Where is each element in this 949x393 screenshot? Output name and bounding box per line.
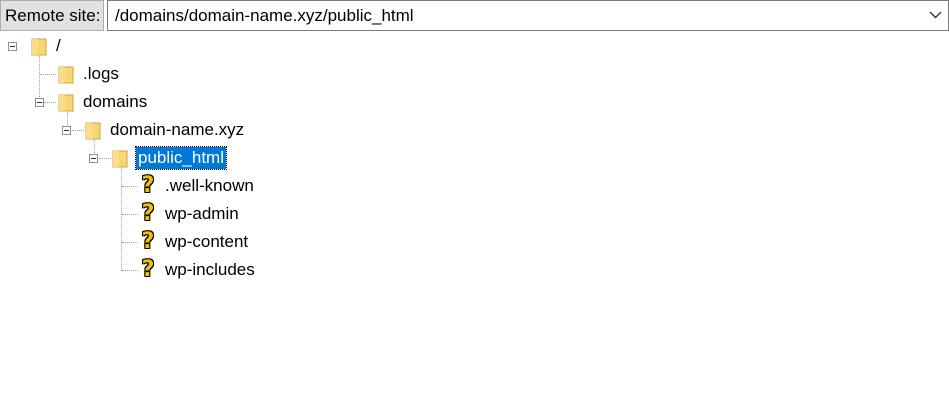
tree-item-label[interactable]: / xyxy=(54,35,63,57)
tree-item-label[interactable]: domain-name.xyz xyxy=(108,119,246,141)
remote-path-combobox[interactable]: /domains/domain-name.xyz/public_html xyxy=(107,0,949,31)
tree-item-domain-name-xyz[interactable]: domain-name.xyz xyxy=(0,118,270,142)
folder-icon xyxy=(112,150,128,168)
question-mark-icon: ? xyxy=(141,201,155,226)
path-dropdown-button[interactable] xyxy=(924,1,948,30)
tree-item-logs[interactable]: .logs xyxy=(0,62,140,86)
folder-icon xyxy=(85,122,101,140)
tree-item-wp-admin[interactable]: ? wp-admin xyxy=(0,202,280,226)
remote-site-bar: Remote site: /domains/domain-name.xyz/pu… xyxy=(0,0,949,32)
question-mark-icon: ? xyxy=(141,229,155,254)
collapse-toggle-icon[interactable] xyxy=(89,154,98,163)
collapse-toggle-icon[interactable] xyxy=(8,42,17,51)
tree-item-well-known[interactable]: ? .well-known xyxy=(0,174,280,198)
folder-icon xyxy=(58,94,74,112)
tree-item-label[interactable]: .well-known xyxy=(163,175,256,197)
question-mark-icon: ? xyxy=(141,173,155,198)
tree-item-label-selected[interactable]: public_html xyxy=(135,146,227,170)
tree-item-label[interactable]: wp-includes xyxy=(163,259,257,281)
tree-item-public-html[interactable]: public_html xyxy=(0,146,250,170)
tree-item-wp-includes[interactable]: ? wp-includes xyxy=(0,258,280,282)
remote-site-label: Remote site: xyxy=(0,0,104,31)
tree-item-label[interactable]: .logs xyxy=(81,63,121,85)
remote-path-value[interactable]: /domains/domain-name.xyz/public_html xyxy=(115,1,414,30)
remote-directory-tree[interactable]: / .logs domains domain-name.xyz public_h… xyxy=(0,32,949,393)
tree-item-label[interactable]: wp-admin xyxy=(163,203,241,225)
question-mark-icon: ? xyxy=(141,257,155,282)
tree-item-root[interactable]: / xyxy=(0,34,80,58)
chevron-down-icon xyxy=(929,11,942,19)
collapse-toggle-icon[interactable] xyxy=(62,126,71,135)
folder-icon xyxy=(31,38,47,56)
tree-item-label[interactable]: wp-content xyxy=(163,231,250,253)
folder-icon xyxy=(58,66,74,84)
collapse-toggle-icon[interactable] xyxy=(35,98,44,107)
tree-item-domains[interactable]: domains xyxy=(0,90,170,114)
tree-item-label[interactable]: domains xyxy=(81,91,149,113)
tree-item-wp-content[interactable]: ? wp-content xyxy=(0,230,280,254)
